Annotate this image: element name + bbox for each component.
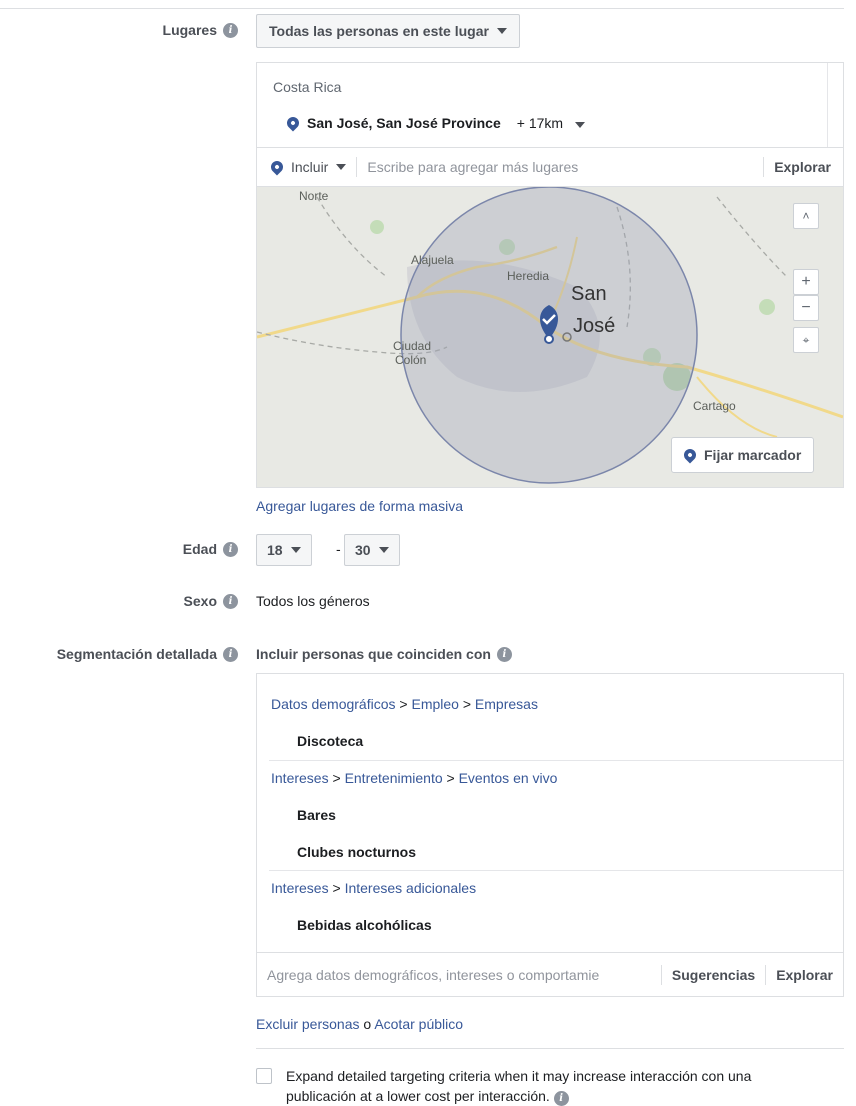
include-dropdown[interactable]: Incluir — [257, 158, 356, 176]
recenter-icon[interactable]: ⌖ — [793, 327, 819, 353]
bulk-locations-link[interactable]: Agregar lugares de forma masiva — [256, 498, 463, 514]
breadcrumb: Datos demográficos > Empleo > Empresas — [271, 696, 538, 712]
zoom-in-button[interactable]: + — [793, 269, 819, 295]
divider — [256, 1048, 844, 1049]
location-pin-icon — [284, 114, 302, 132]
info-icon[interactable]: i — [496, 646, 512, 662]
explore-button[interactable]: Explorar — [764, 159, 843, 175]
map-label-ciudad: Ciudad — [393, 339, 432, 353]
gender-value[interactable]: Todos los géneros — [256, 593, 370, 609]
country-label: Costa Rica — [273, 79, 342, 95]
age-min-dropdown[interactable]: 18 — [256, 534, 312, 566]
map[interactable]: Norte Alajuela Heredia San José Ciudad C… — [257, 187, 843, 487]
caret-down-icon — [378, 547, 389, 553]
caret-down-icon — [496, 28, 507, 34]
breadcrumb: Intereses > Intereses adicionales — [271, 880, 477, 896]
list-item[interactable]: Clubes nocturnos — [297, 844, 416, 860]
age-label: Edad i — [183, 541, 238, 557]
caret-down-icon — [290, 547, 301, 553]
caret-down-icon — [336, 164, 347, 170]
list-item[interactable]: Bares — [297, 807, 336, 823]
explore-button[interactable]: Explorar — [766, 967, 843, 983]
location-pin-icon — [681, 446, 699, 464]
info-icon[interactable]: i — [223, 646, 238, 662]
breadcrumb: Intereses > Entretenimiento > Eventos en… — [271, 770, 558, 786]
location-pin-icon — [268, 158, 286, 176]
map-label-san: San — [571, 283, 607, 305]
detailed-targeting-box: Datos demográficos > Empleo > Empresas D… — [256, 673, 844, 997]
info-icon[interactable]: i — [223, 22, 238, 38]
list-item[interactable]: Bebidas alcohólicas — [297, 917, 432, 933]
expand-targeting-text: Expand detailed targeting criteria when … — [286, 1068, 752, 1106]
top-divider — [0, 8, 844, 9]
locations-label: Lugares i — [163, 22, 238, 38]
location-search-input[interactable] — [357, 159, 764, 175]
targeting-search-row: Sugerencias Explorar — [257, 952, 843, 996]
map-label-norte: Norte — [299, 189, 329, 203]
exclude-narrow-row: Excluir personas o Acotar público — [256, 1016, 464, 1032]
selected-location: San José, San José Province + 17km — [284, 114, 585, 132]
info-icon[interactable]: i — [223, 541, 238, 557]
location-search-row: Incluir Explorar — [257, 147, 843, 187]
exclude-people-link[interactable]: Excluir personas — [256, 1016, 360, 1032]
radius-dropdown[interactable]: + 17km — [517, 115, 585, 131]
map-label-cartago: Cartago — [693, 399, 736, 413]
targeting-search-input[interactable] — [257, 966, 661, 983]
collapse-map-button[interactable]: ˄ — [793, 203, 819, 229]
suggestions-button[interactable]: Sugerencias — [662, 967, 765, 983]
include-people-text: Incluir personas que coinciden con i — [256, 646, 512, 662]
set-pin-button[interactable]: Fijar marcador — [671, 437, 815, 473]
zoom-out-button[interactable]: − — [793, 295, 819, 321]
divider — [269, 760, 843, 761]
list-item[interactable]: Discoteca — [297, 733, 363, 749]
expand-targeting-checkbox[interactable] — [256, 1068, 272, 1084]
age-separator: - — [336, 541, 341, 557]
map-label-heredia: Heredia — [507, 269, 550, 283]
locations-scrollbar[interactable] — [827, 63, 843, 147]
age-max-dropdown[interactable]: 30 — [344, 534, 400, 566]
detailed-targeting-label: Segmentación detallada i — [57, 646, 238, 662]
gender-label: Sexo i — [184, 593, 238, 609]
narrow-audience-link[interactable]: Acotar público — [374, 1016, 463, 1032]
audience-type-dropdown[interactable]: Todas las personas en este lugar — [256, 14, 520, 48]
divider — [269, 870, 843, 871]
locations-box: Costa Rica San José, San José Province +… — [256, 62, 844, 488]
map-label-jose: José — [573, 315, 616, 337]
caret-down-icon — [574, 122, 585, 128]
info-icon[interactable]: i — [223, 593, 238, 609]
info-icon[interactable]: i — [553, 1091, 569, 1106]
map-label-colon: Colón — [395, 353, 427, 367]
map-label-alajuela: Alajuela — [411, 253, 454, 267]
